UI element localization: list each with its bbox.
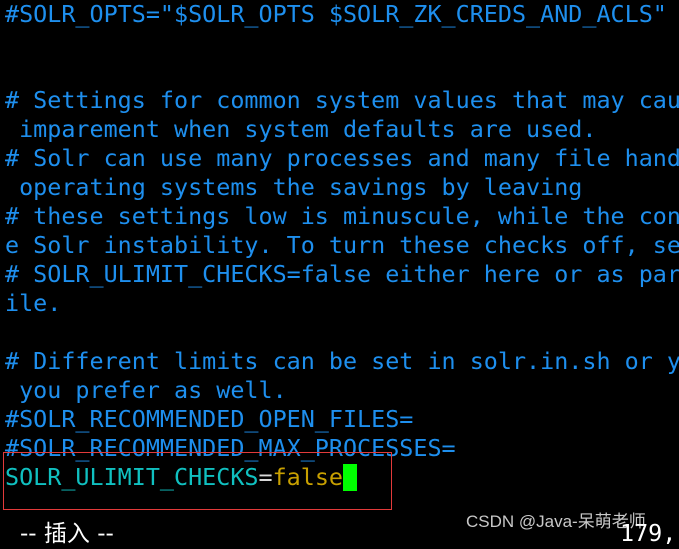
code-line: you prefer as well.	[5, 376, 287, 404]
code-line: # these settings low is minuscule, while…	[5, 202, 679, 230]
code-line: # Different limits can be set in solr.in…	[5, 347, 679, 375]
vim-terminal[interactable]: #SOLR_OPTS="$SOLR_OPTS $SOLR_ZK_CREDS_AN…	[0, 0, 679, 547]
code-line: #SOLR_RECOMMENDED_OPEN_FILES=	[5, 405, 414, 433]
cursor-position: 179,	[620, 519, 677, 547]
code-line: # Solr can use many processes and many f…	[5, 144, 679, 172]
watermark: CSDN @Java-呆萌老师	[466, 512, 646, 531]
code-line: operating systems the savings by leaving	[5, 173, 583, 201]
code-line: # SOLR_ULIMIT_CHECKS=false either here o…	[5, 260, 679, 288]
highlight-annotation-box	[3, 452, 392, 510]
code-line: e Solr instability. To turn these checks…	[5, 231, 679, 259]
code-line: imparement when system defaults are used…	[5, 115, 597, 143]
code-line: #SOLR_OPTS="$SOLR_OPTS $SOLR_ZK_CREDS_AN…	[5, 0, 667, 28]
code-line: # Settings for common system values that…	[5, 86, 679, 114]
vim-mode-indicator: -- 插入 --	[20, 521, 114, 547]
code-line: ile.	[5, 289, 62, 317]
